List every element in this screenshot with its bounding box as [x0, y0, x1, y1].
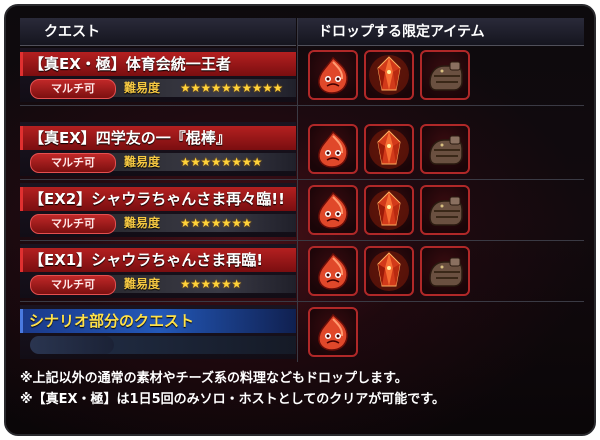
- quest-title: 【真EX】四学友の一『棍棒』: [20, 126, 296, 150]
- row-divider: [20, 240, 584, 241]
- drop-items: [302, 305, 582, 359]
- drop-items: [302, 122, 582, 176]
- difficulty-stars: ★★★★★★★★: [180, 155, 263, 169]
- quest-row[interactable]: 【真EX】四学友の一『棍棒』マルチ可 難易度 ★★★★★★★★: [20, 122, 296, 176]
- multi-badge: マルチ可: [30, 79, 116, 99]
- difficulty-label: 難易度: [124, 216, 161, 230]
- note-line: ※上記以外の通常の素材やチーズ系の料理などもドロップします。: [20, 371, 408, 386]
- crimson-crystal-icon[interactable]: [364, 124, 414, 174]
- leather-gauntlet-icon[interactable]: [420, 185, 470, 235]
- leather-gauntlet-icon[interactable]: [420, 246, 470, 296]
- red-demon-material-icon[interactable]: [308, 246, 358, 296]
- red-demon-material-icon[interactable]: [308, 50, 358, 100]
- scenario-quest-row[interactable]: シナリオ部分のクエスト: [20, 305, 296, 359]
- drop-items: [302, 244, 582, 298]
- quest-row[interactable]: 【EX2】シャウラちゃんさま再々臨!! マルチ可 難易度 ★★★★★★★: [20, 183, 296, 237]
- multi-badge: マルチ可: [30, 153, 116, 173]
- quest-title: 【EX2】シャウラちゃんさま再々臨!!: [20, 187, 296, 211]
- red-demon-material-icon[interactable]: [308, 185, 358, 235]
- crimson-crystal-icon[interactable]: [364, 185, 414, 235]
- leather-gauntlet-icon[interactable]: [420, 124, 470, 174]
- difficulty-stars: ★★★★★★★★★★: [180, 81, 283, 95]
- quest-row[interactable]: 【真EX・極】体育会統一王者マルチ可 難易度 ★★★★★★★★★★: [20, 48, 296, 102]
- difficulty-label: 難易度: [124, 155, 161, 169]
- drops-column-header: ドロップする限定アイテム: [298, 18, 584, 46]
- crimson-crystal-icon[interactable]: [364, 246, 414, 296]
- scenario-badge-placeholder: [30, 336, 114, 354]
- leather-gauntlet-icon[interactable]: [420, 50, 470, 100]
- quest-row[interactable]: 【EX1】シャウラちゃんさま再臨! マルチ可 難易度 ★★★★★★: [20, 244, 296, 298]
- difficulty-stars: ★★★★★★★: [180, 216, 252, 230]
- drop-items: [302, 48, 582, 102]
- multi-badge: マルチ可: [30, 275, 116, 295]
- column-divider: [297, 18, 298, 362]
- drop-info-panel: クエスト ドロップする限定アイテム 【真EX・極】体育会統一王者 マルチ可 難易度 ★…: [4, 4, 596, 436]
- scenario-title: シナリオ部分のクエスト: [20, 309, 296, 333]
- notes: ※上記以外の通常の素材やチーズ系の料理などもドロップします。 ※【真EX・極】は…: [20, 368, 584, 410]
- row-divider: [20, 105, 584, 106]
- quest-column-header: クエスト: [20, 18, 296, 46]
- difficulty-stars: ★★★★★★: [180, 277, 242, 291]
- difficulty-label: 難易度: [124, 277, 161, 291]
- drop-items: [302, 183, 582, 237]
- red-demon-material-icon[interactable]: [308, 124, 358, 174]
- quest-title: 【真EX・極】体育会統一王者: [20, 52, 296, 76]
- multi-badge: マルチ可: [30, 214, 116, 234]
- quest-title: 【EX1】シャウラちゃんさま再臨!: [20, 248, 296, 272]
- row-divider: [20, 179, 584, 180]
- red-demon-material-icon[interactable]: [308, 307, 358, 357]
- note-line: ※【真EX・極】は1日5回のみソロ・ホストとしてのクリアが可能です。: [20, 392, 445, 407]
- crimson-crystal-icon[interactable]: [364, 50, 414, 100]
- row-divider: [20, 301, 584, 302]
- scenario-bar: [104, 336, 296, 354]
- difficulty-label: 難易度: [124, 81, 161, 95]
